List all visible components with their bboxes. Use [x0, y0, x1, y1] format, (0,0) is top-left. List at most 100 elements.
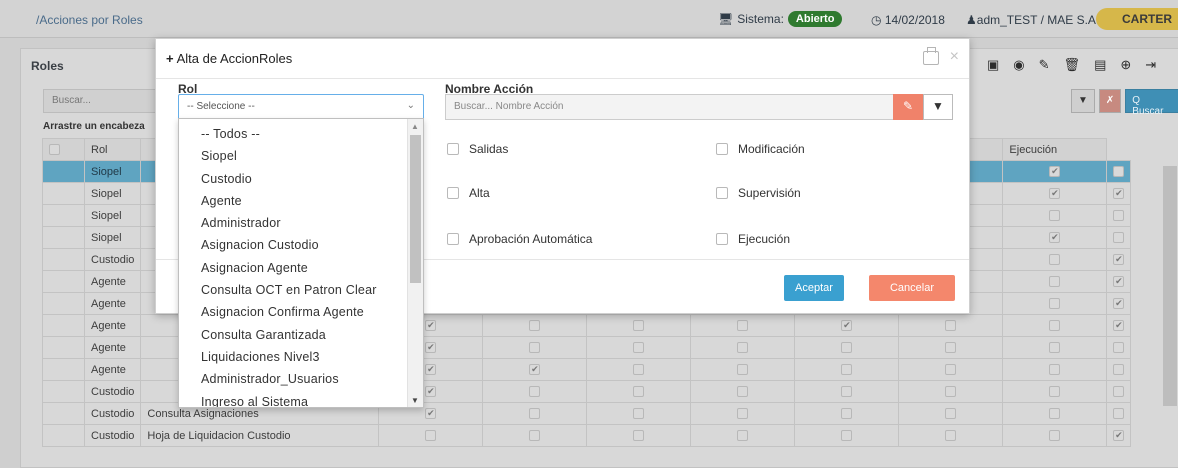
pin-icon[interactable]: ⇥ — [1145, 57, 1156, 73]
rol-option[interactable]: Asignacion Confirma Agente — [179, 301, 407, 323]
permission-cell[interactable] — [1106, 204, 1132, 227]
permission-checkbox[interactable] — [529, 364, 541, 376]
permission-cell[interactable] — [1106, 270, 1132, 293]
permission-checkbox[interactable] — [945, 320, 957, 332]
permission-checkbox[interactable] — [737, 408, 749, 420]
permission-checkbox[interactable] — [529, 320, 541, 332]
permission-cell[interactable] — [482, 424, 588, 447]
checkbox-box[interactable] — [716, 143, 728, 155]
permission-checkbox[interactable] — [945, 430, 957, 442]
view-icon[interactable]: ◉ — [1013, 57, 1024, 73]
permission-checkbox[interactable] — [945, 386, 957, 398]
permission-cell[interactable] — [794, 402, 900, 425]
rol-option[interactable]: Administrador_Usuarios — [179, 368, 407, 390]
permission-cell[interactable] — [1106, 292, 1132, 315]
export-icon[interactable]: ▤ — [1094, 57, 1106, 73]
permission-cell[interactable] — [794, 336, 900, 359]
permission-checkbox[interactable] — [737, 430, 749, 442]
row-select-cell[interactable] — [42, 336, 85, 359]
permission-checkbox[interactable] — [1113, 342, 1125, 354]
permission-checkbox[interactable] — [1049, 364, 1061, 376]
permission-checkbox[interactable] — [945, 342, 957, 354]
permission-cell[interactable] — [1002, 182, 1108, 205]
permission-cell[interactable] — [1106, 160, 1132, 183]
rol-option[interactable]: Custodio — [179, 168, 407, 190]
breadcrumb[interactable]: /Acciones por Roles — [36, 13, 143, 27]
permission-checkbox[interactable] — [425, 320, 437, 332]
permission-cell[interactable] — [690, 336, 796, 359]
permission-cell[interactable] — [1106, 424, 1132, 447]
close-icon[interactable]: × — [950, 48, 959, 66]
permission-checkbox[interactable] — [1113, 386, 1125, 398]
user-info[interactable]: ♟adm_TEST / MAE S.A — [966, 13, 1096, 27]
permission-checkbox[interactable] — [425, 386, 437, 398]
permission-cell[interactable] — [794, 314, 900, 337]
permission-cell[interactable] — [690, 402, 796, 425]
rol-option[interactable]: Ingreso al Sistema — [179, 391, 407, 407]
row-select-cell[interactable] — [42, 380, 85, 403]
permission-checkbox[interactable] — [1049, 254, 1061, 266]
add-icon[interactable]: ▣ — [987, 57, 999, 73]
scroll-thumb[interactable] — [410, 135, 421, 283]
column-header-ejecucion[interactable]: Ejecución — [1002, 138, 1108, 161]
row-select-cell[interactable] — [42, 248, 85, 271]
permission-checkbox[interactable] — [1049, 386, 1061, 398]
checkbox-box[interactable] — [447, 187, 459, 199]
row-select-cell[interactable] — [42, 358, 85, 381]
row-select-cell[interactable] — [42, 402, 85, 425]
row-select-cell[interactable] — [42, 204, 85, 227]
permission-cell[interactable] — [898, 314, 1004, 337]
permission-checkbox[interactable] — [529, 430, 541, 442]
aceptar-button[interactable]: Aceptar — [784, 275, 844, 301]
permission-cell[interactable] — [794, 424, 900, 447]
permission-checkbox[interactable] — [841, 342, 853, 354]
cancelar-button[interactable]: Cancelar — [869, 275, 955, 301]
aprobacion-checkbox[interactable]: Aprobación Automática — [447, 232, 592, 246]
permission-checkbox[interactable] — [1049, 210, 1061, 222]
permission-checkbox[interactable] — [1049, 232, 1061, 244]
permission-cell[interactable] — [794, 380, 900, 403]
permission-cell[interactable] — [1002, 270, 1108, 293]
permission-cell[interactable] — [1002, 336, 1108, 359]
permission-cell[interactable] — [378, 424, 484, 447]
permission-checkbox[interactable] — [1049, 342, 1061, 354]
globe-icon[interactable]: ⊕ — [1120, 57, 1131, 73]
permission-checkbox[interactable] — [425, 408, 437, 420]
permission-cell[interactable] — [1106, 358, 1132, 381]
permission-checkbox[interactable] — [1049, 408, 1061, 420]
permission-cell[interactable] — [690, 424, 796, 447]
permission-cell[interactable] — [482, 402, 588, 425]
permission-cell[interactable] — [690, 314, 796, 337]
permission-checkbox[interactable] — [737, 364, 749, 376]
checkbox-box[interactable] — [716, 233, 728, 245]
permission-checkbox[interactable] — [841, 430, 853, 442]
delete-icon[interactable]: 🗑 — [1064, 57, 1081, 73]
row-select-cell[interactable] — [42, 160, 85, 183]
permission-checkbox[interactable] — [945, 364, 957, 376]
permission-cell[interactable] — [586, 424, 692, 447]
row-select-cell[interactable] — [42, 424, 85, 447]
permission-checkbox[interactable] — [737, 320, 749, 332]
permission-cell[interactable] — [1106, 182, 1132, 205]
filter-button[interactable]: ▼ — [923, 94, 953, 120]
edit-icon[interactable]: ✎ — [1039, 57, 1050, 73]
permission-cell[interactable] — [1002, 204, 1108, 227]
permission-cell[interactable] — [794, 358, 900, 381]
rol-select[interactable]: -- Seleccione -- ⌄ — [178, 94, 424, 120]
rol-option[interactable]: Liquidaciones Nivel3 — [179, 346, 407, 368]
row-select-cell[interactable] — [42, 270, 85, 293]
salidas-checkbox[interactable]: Salidas — [447, 142, 508, 156]
permission-checkbox[interactable] — [1049, 320, 1061, 332]
permission-cell[interactable] — [898, 358, 1004, 381]
permission-cell[interactable] — [898, 336, 1004, 359]
permission-checkbox[interactable] — [633, 430, 645, 442]
permission-checkbox[interactable] — [633, 364, 645, 376]
rol-option[interactable]: -- Todos -- — [179, 123, 407, 145]
permission-checkbox[interactable] — [841, 386, 853, 398]
permission-cell[interactable] — [690, 380, 796, 403]
permission-cell[interactable] — [1106, 226, 1132, 249]
permission-checkbox[interactable] — [737, 342, 749, 354]
rol-option[interactable]: Asignacion Custodio — [179, 234, 407, 256]
table-row[interactable]: Custodio Hoja de Liquidacion Custodio — [42, 424, 1132, 447]
permission-checkbox[interactable] — [1049, 430, 1061, 442]
